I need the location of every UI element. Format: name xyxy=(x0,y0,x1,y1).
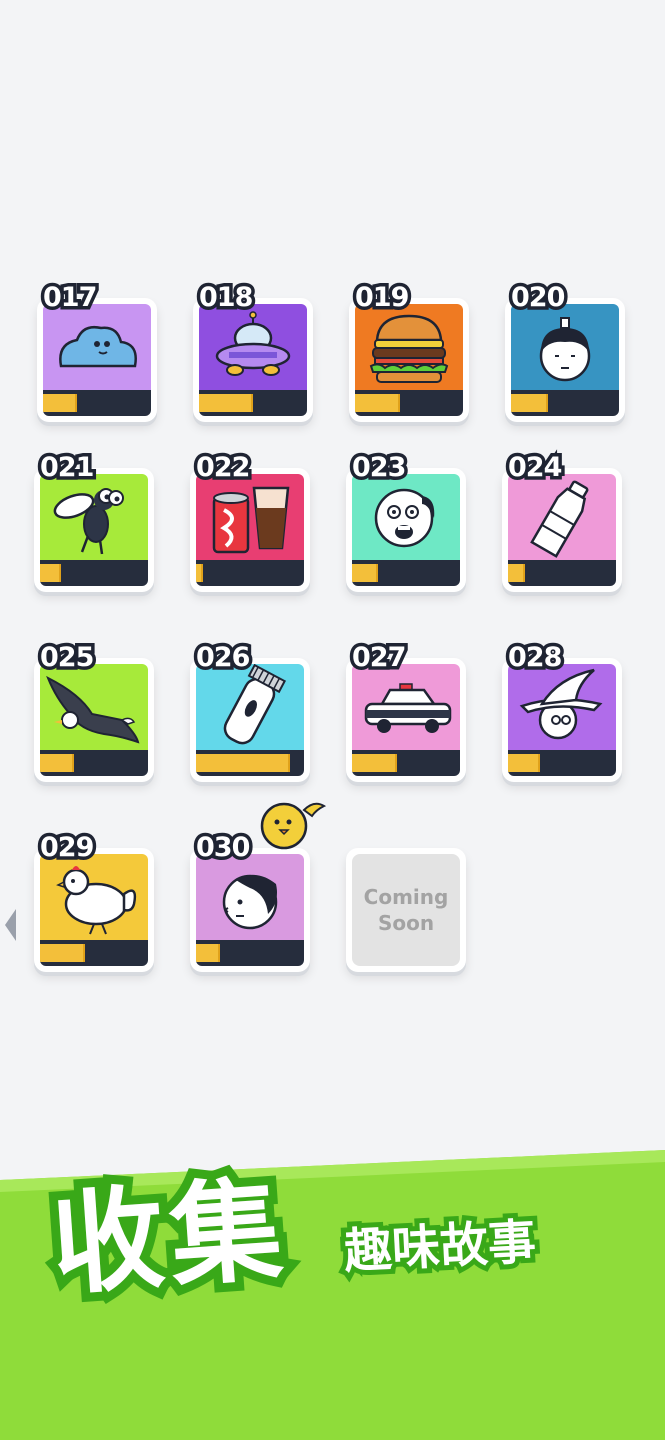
soda-drink-icon xyxy=(196,474,304,560)
witch-icon xyxy=(508,664,616,750)
collection-card-018[interactable]: 018 xyxy=(193,279,313,422)
progress-fill xyxy=(196,944,220,962)
card-art-frame xyxy=(43,304,151,416)
collection-card-017[interactable]: 017 xyxy=(37,279,157,422)
coming-soon-line1: Coming xyxy=(363,885,449,909)
progress-bar xyxy=(355,390,463,416)
eagle-icon xyxy=(40,664,148,750)
progress-bar xyxy=(199,390,307,416)
banner-subtitle: 趣味故事 xyxy=(338,1209,543,1285)
chicken-icon xyxy=(40,854,148,940)
collection-card-024[interactable]: 024 xyxy=(502,449,622,592)
coming-soon-card: Coming Soon xyxy=(346,848,466,972)
collection-card-030[interactable]: 030 xyxy=(190,829,310,972)
card-art-frame xyxy=(508,664,616,776)
progress-fill xyxy=(199,394,253,412)
police-car-icon xyxy=(352,664,460,750)
collection-card-019[interactable]: 019 xyxy=(349,279,469,422)
coming-soon-inner: Coming Soon xyxy=(352,854,460,966)
progress-fill xyxy=(43,394,78,412)
card-number: 029 xyxy=(36,829,97,867)
card-number: 026 xyxy=(192,639,253,677)
collection-card-021[interactable]: 021 xyxy=(34,449,154,592)
card-art-frame xyxy=(511,304,619,416)
collection-card-023[interactable]: 023 xyxy=(346,449,466,592)
card-art-frame xyxy=(355,304,463,416)
collection-card-022[interactable]: 022 xyxy=(190,449,310,592)
progress-bar xyxy=(43,390,151,416)
coming-soon-line2: Soon xyxy=(377,911,435,935)
progress-fill xyxy=(508,754,541,772)
progress-bar xyxy=(196,560,304,586)
burger-icon xyxy=(355,304,463,390)
progress-bar xyxy=(352,560,460,586)
card-art-frame xyxy=(196,854,304,966)
progress-bar xyxy=(40,940,148,966)
card-number: 020 xyxy=(507,279,568,317)
man-face-icon xyxy=(511,304,619,390)
card-art-frame xyxy=(352,664,460,776)
collection-card-025[interactable]: 025 xyxy=(34,639,154,782)
collection-card-026[interactable]: 026 xyxy=(190,639,310,782)
card-art-frame xyxy=(40,664,148,776)
card-number: 024 xyxy=(504,449,565,487)
card-art-frame xyxy=(196,474,304,586)
card-art-frame xyxy=(196,664,304,776)
ufo-icon xyxy=(199,304,307,390)
progress-bar xyxy=(511,390,619,416)
card-number: 022 xyxy=(192,449,253,487)
collection-card-020[interactable]: 020 xyxy=(505,279,625,422)
water-bottle-icon xyxy=(508,474,616,560)
progress-fill xyxy=(511,394,548,412)
progress-bar xyxy=(508,750,616,776)
card-number: 018 xyxy=(195,279,256,317)
progress-fill xyxy=(40,564,62,582)
collection-grid: 017 018 019 020 021 022 023 024 025 026 … xyxy=(0,0,665,1150)
card-number: 021 xyxy=(36,449,97,487)
card-number: 028 xyxy=(504,639,565,677)
card-number: 023 xyxy=(348,449,409,487)
banner-title: 收集 xyxy=(39,1156,301,1320)
chevron-left-icon[interactable] xyxy=(2,905,18,945)
shocked-face-icon xyxy=(352,474,460,560)
progress-bar xyxy=(196,940,304,966)
progress-fill xyxy=(196,754,290,772)
progress-fill xyxy=(40,944,86,962)
progress-fill xyxy=(40,754,75,772)
progress-bar xyxy=(352,750,460,776)
progress-bar xyxy=(508,560,616,586)
profile-face-icon xyxy=(196,854,304,940)
progress-bar xyxy=(196,750,304,776)
progress-bar xyxy=(40,750,148,776)
card-number: 027 xyxy=(348,639,409,677)
progress-fill xyxy=(508,564,526,582)
card-number: 019 xyxy=(351,279,412,317)
progress-bar xyxy=(40,560,148,586)
progress-fill xyxy=(352,564,378,582)
card-number: 017 xyxy=(39,279,100,317)
blob-icon xyxy=(43,304,151,390)
collection-card-027[interactable]: 027 xyxy=(346,639,466,782)
collection-card-028[interactable]: 028 xyxy=(502,639,622,782)
card-art-frame xyxy=(40,854,148,966)
progress-fill xyxy=(355,394,401,412)
card-art-frame xyxy=(352,474,460,586)
progress-fill xyxy=(352,754,398,772)
progress-fill xyxy=(196,564,204,582)
fly-icon xyxy=(40,474,148,560)
card-art-frame xyxy=(508,474,616,586)
chick-mascot-icon xyxy=(260,802,327,850)
collection-card-029[interactable]: 029 xyxy=(34,829,154,972)
card-art-frame xyxy=(40,474,148,586)
card-number: 030 xyxy=(192,829,253,867)
card-number: 025 xyxy=(36,639,97,677)
card-art-frame xyxy=(199,304,307,416)
hair-clipper-icon xyxy=(196,664,304,750)
